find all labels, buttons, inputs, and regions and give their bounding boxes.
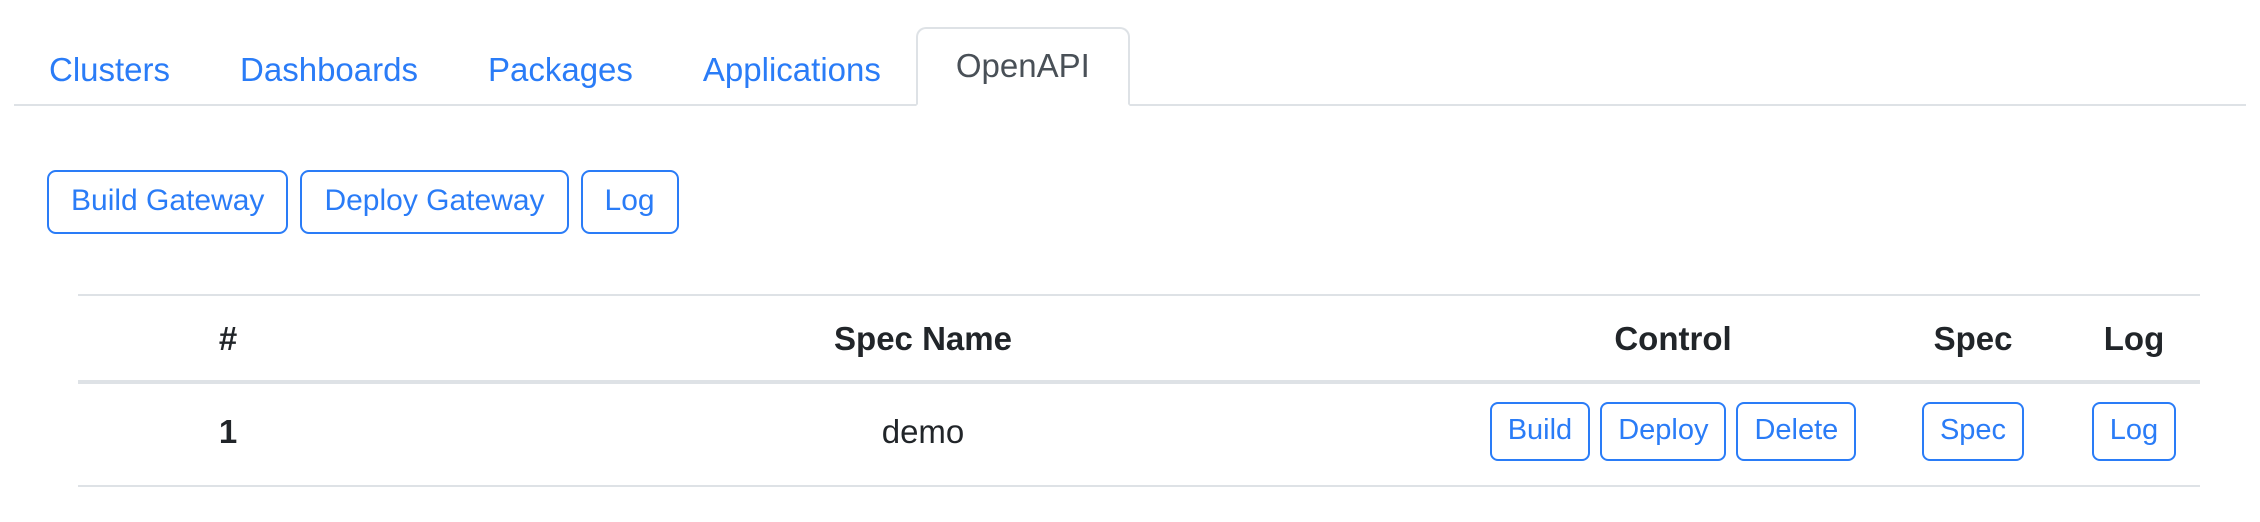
tab-clusters[interactable]: Clusters [14,35,205,106]
spec-button-group: Spec [1886,402,2060,461]
gateway-toolbar: Build Gateway Deploy Gateway Log [47,170,679,234]
build-gateway-button[interactable]: Build Gateway [47,170,289,234]
tab-packages[interactable]: Packages [453,35,668,106]
spec-table-body: 1 demo Build Deploy Delete Spec Log [78,382,2200,487]
tab-dashboards-label: Dashboards [240,51,418,88]
row-index: 1 [78,382,378,487]
row-log-button[interactable]: Log [2091,402,2177,461]
spec-table: # Spec Name Control Spec Log 1 demo Buil… [78,294,2200,487]
tab-dashboards[interactable]: Dashboards [205,35,453,106]
row-control-cell: Build Deploy Delete [1468,382,1878,487]
spec-table-container: # Spec Name Control Spec Log 1 demo Buil… [78,294,2200,487]
log-button-group: Log [2076,402,2192,461]
gateway-log-button[interactable]: Log [580,170,679,234]
table-header-row: # Spec Name Control Spec Log [78,294,2200,384]
row-spec-button[interactable]: Spec [1921,402,2025,461]
tab-list: Clusters Dashboards Packages Application… [14,27,1130,106]
tab-packages-label: Packages [487,51,633,88]
tab-applications[interactable]: Applications [668,35,916,106]
row-spec-cell: Spec [1878,382,2068,487]
tab-clusters-label: Clusters [49,51,171,88]
spec-table-head: # Spec Name Control Spec Log [78,294,2200,384]
row-spec-name: demo [378,382,1468,487]
column-header-spec: Spec [1878,294,2068,384]
row-log-cell: Log [2068,382,2200,487]
control-button-group: Build Deploy Delete [1476,402,1870,461]
column-header-spec-name: Spec Name [378,294,1468,384]
row-deploy-button[interactable]: Deploy [1600,402,1727,461]
tab-openapi-label: OpenAPI [955,47,1090,84]
table-row: 1 demo Build Deploy Delete Spec Log [78,382,2200,487]
tab-applications-label: Applications [702,51,881,88]
row-build-button[interactable]: Build [1489,402,1591,461]
deploy-gateway-button[interactable]: Deploy Gateway [300,170,569,234]
tab-openapi[interactable]: OpenAPI [915,27,1130,106]
tab-bar: Clusters Dashboards Packages Application… [14,0,2246,106]
column-header-index: # [78,294,378,384]
column-header-control: Control [1468,294,1878,384]
column-header-log: Log [2068,294,2200,384]
row-delete-button[interactable]: Delete [1736,402,1857,461]
